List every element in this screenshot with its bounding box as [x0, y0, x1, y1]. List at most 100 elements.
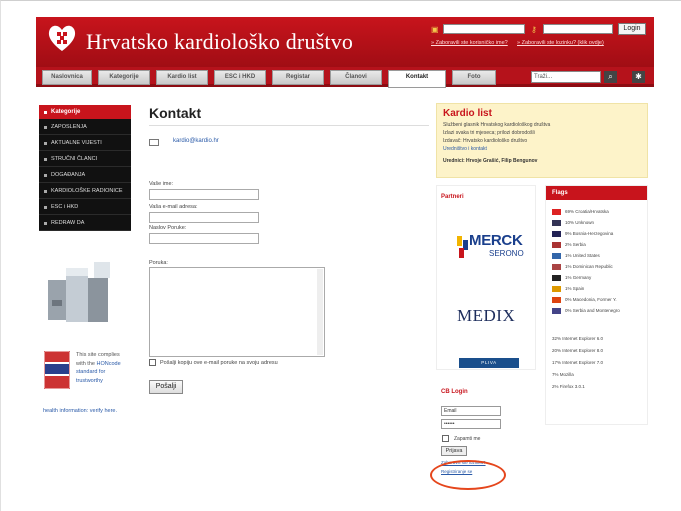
user-icon: ▣ — [431, 25, 439, 34]
flag-label: 0% Serbia and Montenegro — [565, 308, 620, 313]
flag-icon — [552, 307, 561, 314]
cb-login-button[interactable]: Prijava — [441, 446, 467, 456]
search-icon[interactable]: ⌕ — [604, 71, 617, 83]
kardio-line: Službeni glasnik Hrvatskog kardiološkog … — [443, 122, 551, 128]
settings-icon[interactable]: ✱ — [632, 71, 645, 83]
flag-label: 69% Croatia/Hrvatska — [565, 209, 609, 214]
flag-row: 0% Macedonia, Former Y. — [552, 296, 617, 305]
subject-field[interactable] — [149, 233, 259, 244]
forgot-password-link[interactable]: » Zaboravili ste lozinku? (klik ovdje) — [517, 40, 604, 46]
merck-mark-icon — [457, 236, 468, 258]
textarea-scrollbar[interactable] — [317, 269, 323, 355]
flag-row: 0% Serbia and Montenegro — [552, 307, 620, 316]
remember-label: Zapamti me — [454, 436, 481, 442]
flag-icon — [552, 252, 561, 259]
pliva-logo[interactable]: PLIVA — [459, 358, 519, 368]
category-item[interactable]: KARDIOLOŠKE RADIONICE — [39, 183, 131, 199]
contact-email-link[interactable]: kardio@kardio.hr — [173, 138, 219, 144]
page-title: Kontakt — [149, 105, 202, 121]
flag-icon — [552, 241, 561, 248]
flag-label: 1% Spain — [565, 286, 585, 291]
red-highlight-ellipse — [430, 460, 506, 490]
tab-naslovnica[interactable]: Naslovnica — [42, 70, 92, 85]
flag-label: 1% Dominican Republic — [565, 264, 613, 269]
category-item[interactable]: ESC i HKD — [39, 199, 131, 215]
search-input[interactable]: Traži... — [531, 71, 601, 83]
envelope-icon — [149, 139, 159, 146]
subject-label: Naslov Poruke: — [149, 225, 187, 231]
kardio-line: Izlazi svaka tri mjeseca; prilozi dobrod… — [443, 130, 535, 136]
remember-checkbox[interactable] — [442, 435, 449, 442]
tab-clanovi[interactable]: Članovi — [330, 70, 382, 85]
heart-logo-icon — [48, 25, 76, 51]
flags-title: Flags — [546, 186, 647, 200]
merck-word: MERCK — [469, 232, 523, 249]
merck-serono-logo[interactable]: MERCK SERONO — [457, 232, 527, 272]
flag-row: 1% Dominican Republic — [552, 263, 613, 272]
email-field[interactable] — [149, 212, 259, 223]
copy-checkbox[interactable] — [149, 359, 156, 366]
kardio-list-title[interactable]: Kardio list — [443, 108, 492, 119]
category-item[interactable]: DOGAĐANJA — [39, 167, 131, 183]
flag-label: 1% United States — [565, 253, 600, 258]
name-field[interactable] — [149, 189, 259, 200]
kardio-list-box: Kardio list Službeni glasnik Hrvatskog k… — [436, 103, 648, 178]
category-menu: Kategorije ZAPOSLENJA AKTUALNE VIJESTI S… — [39, 105, 131, 231]
header-password-input[interactable] — [543, 24, 613, 34]
browser-stat: 20% Internet Explorer 8.0 — [552, 348, 604, 353]
flag-icon — [552, 274, 561, 281]
hon-text: This site complies with the HONcode stan… — [76, 351, 128, 385]
tab-registar[interactable]: Registar — [272, 70, 324, 85]
category-item[interactable]: ZAPOSLENJA — [39, 119, 131, 135]
header-username-input[interactable] — [443, 24, 525, 34]
category-item[interactable]: REDRAW DA — [39, 215, 131, 231]
cb-login-title: CB Login — [441, 389, 468, 395]
medix-logo[interactable]: MEDIX — [457, 306, 515, 326]
flag-label: 0% Macedonia, Former Y. — [565, 297, 617, 302]
site-title[interactable]: Hrvatsko kardiološko društvo — [86, 29, 353, 55]
header-login: ▣ ⚷ Login » Zaboravili ste korisničko im… — [431, 23, 646, 53]
copy-label: Pošalji kopiju ove e-mail poruke na svoj… — [160, 360, 278, 366]
kardio-line: Izdavač: Hrvatsko kardiološko društvo — [443, 138, 528, 144]
hon-logo-icon[interactable] — [44, 351, 70, 389]
flag-icon — [552, 219, 561, 226]
kardio-link[interactable]: Uredništvo i kontakt — [443, 146, 487, 152]
key-icon: ⚷ — [531, 25, 537, 34]
flag-label: 10% Unknown — [565, 220, 595, 225]
browser-stat: 17% Internet Explorer 7.0 — [552, 360, 604, 365]
message-textarea[interactable] — [149, 267, 325, 357]
forgot-username-link[interactable]: » Zaboravili ste korisničko ime? — [431, 40, 508, 46]
browser-stat: 7% Mozilla — [552, 372, 574, 377]
flag-row: 10% Unknown — [552, 219, 594, 228]
flag-icon — [552, 263, 561, 270]
flag-label: 9% Bosnia-Herzegovina — [565, 231, 614, 236]
cubes-graphic — [48, 262, 110, 322]
title-divider — [149, 125, 429, 126]
tab-foto[interactable]: Foto — [452, 70, 496, 85]
tab-kategorije[interactable]: Kategorije — [98, 70, 150, 85]
flag-row: 1% United States — [552, 252, 600, 261]
tab-kontakt[interactable]: Kontakt — [388, 70, 446, 88]
flag-icon — [552, 296, 561, 303]
flag-row: 2% Serbia — [552, 241, 586, 250]
cb-email-input[interactable]: Email — [441, 406, 501, 416]
category-item[interactable]: STRUČNI ČLANCI — [39, 151, 131, 167]
flag-row: 69% Croatia/Hrvatska — [552, 208, 609, 217]
flag-label: 2% Serbia — [565, 242, 586, 247]
site-header: Hrvatsko kardiološko društvo ▣ ⚷ Login »… — [36, 17, 654, 67]
flag-row: 1% Germany — [552, 274, 591, 283]
flag-icon — [552, 285, 561, 292]
category-item[interactable]: AKTUALNE VIJESTI — [39, 135, 131, 151]
tab-kardio-list[interactable]: Kardio list — [156, 70, 208, 85]
cb-password-input[interactable]: •••••• — [441, 419, 501, 429]
flag-icon — [552, 230, 561, 237]
submit-button[interactable]: Pošalji — [149, 380, 183, 394]
main-nav: Naslovnica Kategorije Kardio list ESC i … — [36, 67, 654, 88]
tab-esc-hkd[interactable]: ESC i HKD — [214, 70, 266, 85]
browser-stat: 32% Internet Explorer 6.0 — [552, 336, 604, 341]
flag-label: 1% Germany — [565, 275, 592, 280]
hon-verify-link[interactable]: health information: verify here. — [43, 407, 129, 415]
email-label: Vaša e-mail adresa: — [149, 204, 198, 210]
name-label: Vaše ime: — [149, 181, 174, 187]
header-login-button[interactable]: Login — [618, 23, 646, 35]
